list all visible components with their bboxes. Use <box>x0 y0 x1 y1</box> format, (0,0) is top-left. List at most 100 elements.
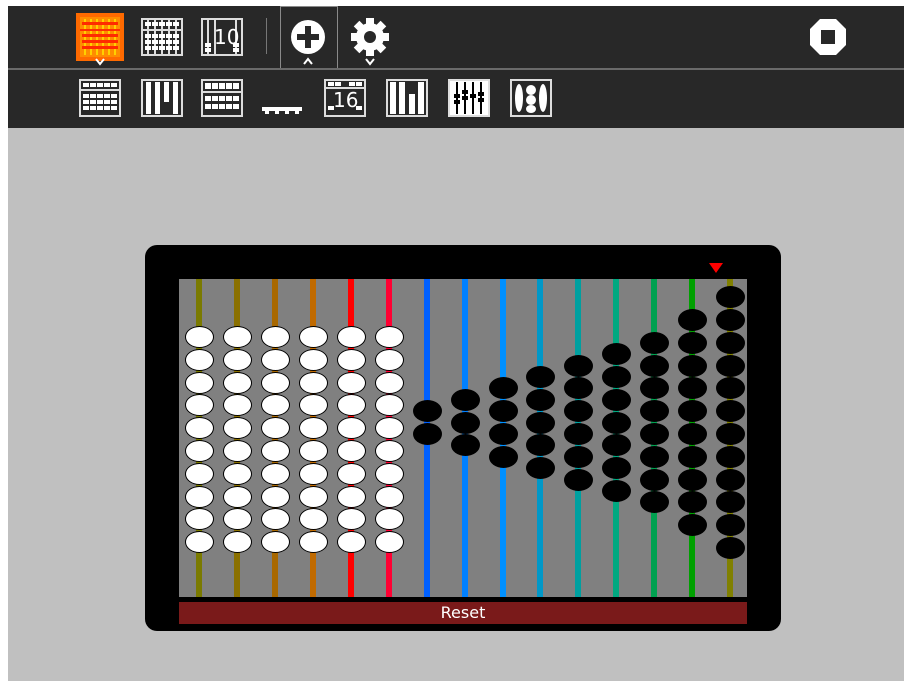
abacus-bead[interactable] <box>336 531 366 554</box>
abacus-bead[interactable] <box>260 417 290 440</box>
abacus-bead[interactable] <box>525 388 555 411</box>
abacus-bead[interactable] <box>563 445 593 468</box>
abacus-bead[interactable] <box>488 377 518 400</box>
abacus-bead[interactable] <box>639 491 669 514</box>
abacus-bead[interactable] <box>563 400 593 423</box>
abacus-bead[interactable] <box>184 371 214 394</box>
abacus-bead[interactable] <box>677 377 707 400</box>
abacus-bead[interactable] <box>525 457 555 480</box>
abacus-bead[interactable] <box>639 331 669 354</box>
abacus-bead[interactable] <box>677 354 707 377</box>
abacus-bead[interactable] <box>222 462 252 485</box>
abacus-suanpan-icon[interactable] <box>138 13 186 61</box>
abacus-bead[interactable] <box>374 371 404 394</box>
abacus-bead[interactable] <box>184 326 214 348</box>
abacus-bead[interactable] <box>677 400 707 423</box>
abacus-bead[interactable] <box>677 331 707 354</box>
abacus-bead[interactable] <box>450 411 480 434</box>
abacus-bead[interactable] <box>298 440 328 462</box>
abacus-dots-icon[interactable] <box>258 74 306 122</box>
abacus-bead[interactable] <box>222 485 252 508</box>
abacus-bead[interactable] <box>374 462 404 485</box>
abacus-bead[interactable] <box>260 462 290 485</box>
abacus-bead[interactable] <box>336 485 366 508</box>
abacus-soroban-icon[interactable] <box>76 74 124 122</box>
abacus-bead[interactable] <box>298 371 328 394</box>
abacus-fraction-icon[interactable] <box>445 74 493 122</box>
abacus-bead[interactable] <box>601 343 631 366</box>
abacus-bead[interactable] <box>298 394 328 417</box>
abacus-bead[interactable] <box>184 394 214 417</box>
abacus-red-active-icon[interactable] <box>76 13 124 61</box>
abacus-bead[interactable] <box>222 394 252 417</box>
abacus-bead[interactable] <box>715 537 745 559</box>
abacus-bead[interactable] <box>715 514 745 537</box>
abacus-decimal-icon[interactable]: 10 <box>198 13 246 61</box>
abacus-schety-icon[interactable] <box>138 74 186 122</box>
abacus-bead[interactable] <box>715 354 745 377</box>
abacus-bead[interactable] <box>260 371 290 394</box>
abacus-bead[interactable] <box>336 508 366 531</box>
abacus-bead[interactable] <box>715 491 745 514</box>
abacus-bead[interactable] <box>374 348 404 371</box>
abacus-bead[interactable] <box>222 371 252 394</box>
abacus-bead[interactable] <box>298 508 328 531</box>
abacus-bead[interactable] <box>336 326 366 348</box>
abacus-bead[interactable] <box>677 445 707 468</box>
abacus-bead[interactable] <box>525 366 555 388</box>
abacus-bars-icon[interactable] <box>383 74 431 122</box>
abacus-bead[interactable] <box>260 440 290 462</box>
abacus-bead[interactable] <box>298 417 328 440</box>
abacus-bead[interactable] <box>601 366 631 388</box>
abacus-bead[interactable] <box>298 531 328 554</box>
abacus-bead[interactable] <box>184 348 214 371</box>
abacus-bead[interactable] <box>374 508 404 531</box>
abacus-bead[interactable] <box>184 485 214 508</box>
abacus-caacupe-icon[interactable] <box>507 74 555 122</box>
abacus-bead[interactable] <box>260 348 290 371</box>
abacus-bead[interactable] <box>260 485 290 508</box>
abacus-bead[interactable] <box>715 468 745 491</box>
abacus-bead[interactable] <box>601 411 631 434</box>
abacus-bead[interactable] <box>298 485 328 508</box>
abacus-bead[interactable] <box>222 440 252 462</box>
stop-icon[interactable] <box>804 13 852 61</box>
abacus-bead[interactable] <box>374 326 404 348</box>
abacus-bead[interactable] <box>222 348 252 371</box>
abacus-bead[interactable] <box>260 326 290 348</box>
abacus-bead[interactable] <box>336 371 366 394</box>
abacus-bead[interactable] <box>525 434 555 457</box>
abacus-bead[interactable] <box>222 326 252 348</box>
abacus-bead[interactable] <box>715 445 745 468</box>
abacus-bead[interactable] <box>336 462 366 485</box>
abacus-bead[interactable] <box>563 423 593 445</box>
reset-button[interactable]: Reset <box>179 602 747 624</box>
abacus-bead[interactable] <box>260 394 290 417</box>
abacus-bead[interactable] <box>715 286 745 309</box>
abacus-bead[interactable] <box>222 417 252 440</box>
abacus-bead[interactable] <box>222 508 252 531</box>
abacus-bead[interactable] <box>298 462 328 485</box>
abacus-bead[interactable] <box>639 377 669 400</box>
abacus-bead[interactable] <box>601 480 631 502</box>
abacus-bead[interactable] <box>488 445 518 468</box>
gear-icon[interactable] <box>346 13 394 61</box>
abacus-bead[interactable] <box>260 508 290 531</box>
abacus-bead[interactable] <box>525 411 555 434</box>
abacus-bead[interactable] <box>260 531 290 554</box>
abacus-bead[interactable] <box>374 531 404 554</box>
abacus-bead[interactable] <box>677 309 707 331</box>
abacus-bead[interactable] <box>677 514 707 537</box>
abacus-bead[interactable] <box>184 462 214 485</box>
abacus-bead[interactable] <box>563 377 593 400</box>
abacus-bead[interactable] <box>298 348 328 371</box>
abacus-bead[interactable] <box>374 485 404 508</box>
abacus-bead[interactable] <box>563 354 593 377</box>
abacus-bead[interactable] <box>184 440 214 462</box>
abacus-bead[interactable] <box>639 468 669 491</box>
abacus-bead[interactable] <box>677 423 707 445</box>
abacus-bead[interactable] <box>715 309 745 331</box>
abacus-bead[interactable] <box>450 388 480 411</box>
abacus-bead[interactable] <box>298 326 328 348</box>
abacus-bead[interactable] <box>374 440 404 462</box>
